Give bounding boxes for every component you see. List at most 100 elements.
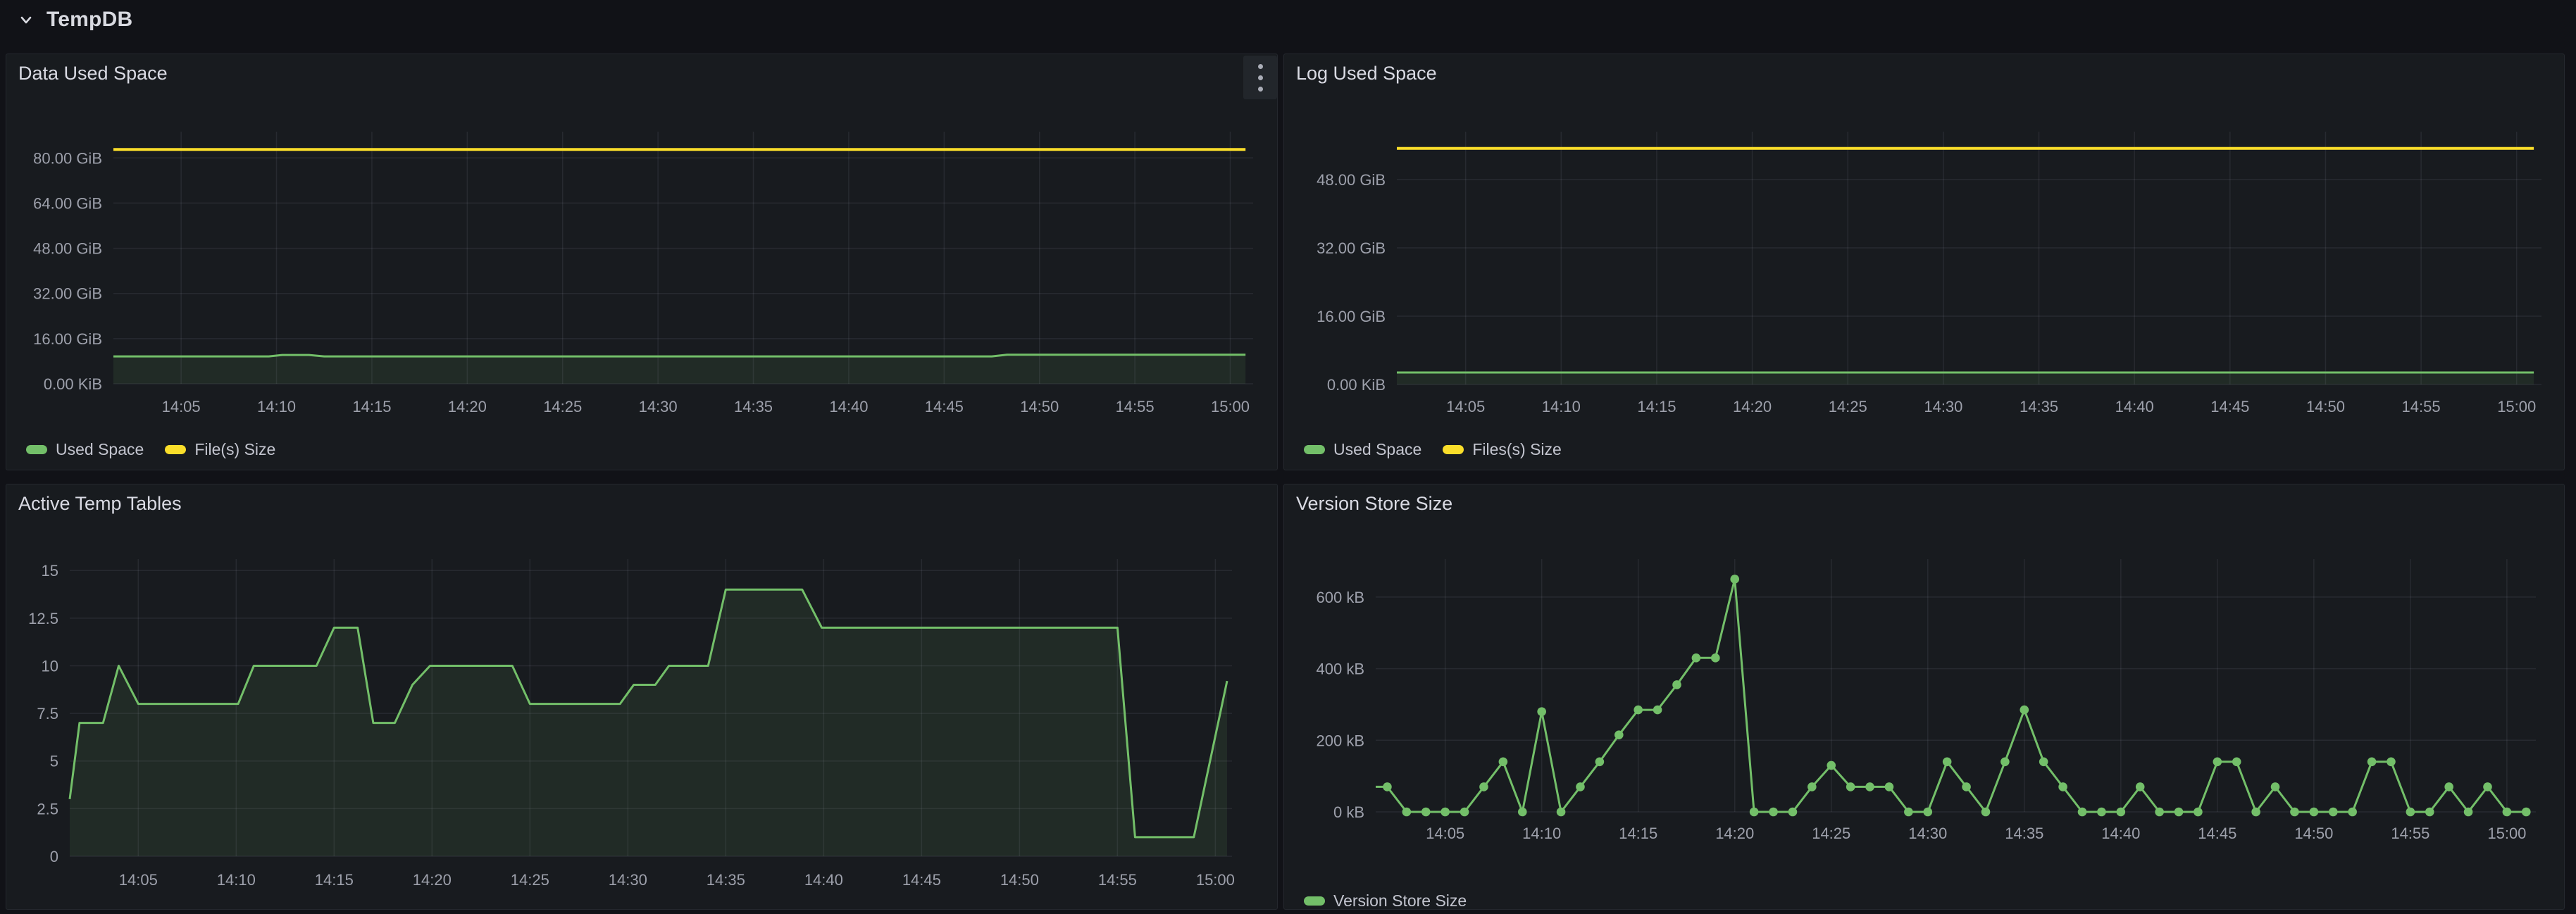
svg-text:10: 10 xyxy=(42,657,58,675)
legend-color-pill xyxy=(1304,896,1325,906)
timeseries-chart[interactable]: 0 2.5 5 7.5 10 12.5 15 14:05 14:10 14:15 14:20 14:2… xyxy=(6,484,1278,910)
panel-active-temp-tables: Active Temp Tables 0 2.5 5 7.5 10 12.5 15 14:05… xyxy=(6,484,1278,910)
legend-label: Used Space xyxy=(56,440,144,459)
svg-text:200 kB: 200 kB xyxy=(1317,732,1365,749)
svg-text:64.00 GiB: 64.00 GiB xyxy=(33,194,102,212)
legend-item-used-space[interactable]: Used Space xyxy=(26,440,144,459)
svg-text:32.00 GiB: 32.00 GiB xyxy=(33,285,102,303)
svg-text:14:30: 14:30 xyxy=(609,871,647,889)
svg-text:14:30: 14:30 xyxy=(1908,825,1947,842)
legend: Version Store Size xyxy=(1304,891,1467,910)
svg-text:80.00 GiB: 80.00 GiB xyxy=(33,149,102,167)
svg-text:14:50: 14:50 xyxy=(1000,871,1039,889)
legend: Used Space Files(s) Size xyxy=(1304,440,1562,458)
svg-text:15: 15 xyxy=(42,562,58,580)
svg-text:14:45: 14:45 xyxy=(2198,825,2236,842)
svg-text:32.00 GiB: 32.00 GiB xyxy=(1317,239,1386,257)
svg-text:14:20: 14:20 xyxy=(413,871,452,889)
svg-text:14:25: 14:25 xyxy=(1829,398,1867,415)
svg-text:14:55: 14:55 xyxy=(1116,398,1155,415)
timeseries-chart[interactable]: 0.00 KiB 16.00 GiB 32.00 GiB 48.00 GiB 14:05… xyxy=(1284,54,2565,471)
svg-text:14:15: 14:15 xyxy=(1619,825,1657,842)
svg-text:15:00: 15:00 xyxy=(1211,398,1250,415)
svg-text:14:40: 14:40 xyxy=(2101,825,2140,842)
svg-text:2.5: 2.5 xyxy=(37,800,58,818)
svg-text:400 kB: 400 kB xyxy=(1317,661,1365,678)
legend-item-version-store-size[interactable]: Version Store Size xyxy=(1304,891,1467,910)
svg-text:14:25: 14:25 xyxy=(511,871,549,889)
svg-text:14:05: 14:05 xyxy=(1446,398,1485,415)
legend-color-pill xyxy=(1443,445,1464,454)
svg-text:14:50: 14:50 xyxy=(2306,398,2345,415)
svg-text:14:05: 14:05 xyxy=(1426,825,1464,842)
svg-text:14:45: 14:45 xyxy=(925,398,964,415)
svg-text:14:10: 14:10 xyxy=(1522,825,1561,842)
legend-item-files-size[interactable]: Files(s) Size xyxy=(1443,440,1562,459)
svg-text:14:55: 14:55 xyxy=(2402,398,2441,415)
svg-text:14:35: 14:35 xyxy=(707,871,745,889)
section-row-tempdb[interactable]: TempDB xyxy=(17,6,132,34)
svg-text:5: 5 xyxy=(50,753,58,770)
legend-item-files-size[interactable]: File(s) Size xyxy=(165,440,275,459)
timeseries-chart[interactable]: 0 kB 200 kB 400 kB 600 kB 14:05 14:10 14:15 14:… xyxy=(1284,484,2565,910)
svg-text:14:15: 14:15 xyxy=(1637,398,1676,415)
svg-text:0.00 KiB: 0.00 KiB xyxy=(1327,376,1386,394)
svg-text:12.5: 12.5 xyxy=(28,610,58,627)
svg-text:0.00 KiB: 0.00 KiB xyxy=(44,375,102,393)
svg-text:14:15: 14:15 xyxy=(352,398,391,415)
svg-text:14:45: 14:45 xyxy=(902,871,941,889)
svg-text:14:05: 14:05 xyxy=(119,871,158,889)
panel-version-store-size: Version Store Size 0 kB 200 kB 400 kB 600 k… xyxy=(1283,484,2565,910)
svg-text:16.00 GiB: 16.00 GiB xyxy=(1317,308,1386,325)
legend-item-used-space[interactable]: Used Space xyxy=(1304,440,1421,459)
svg-text:14:40: 14:40 xyxy=(829,398,868,415)
svg-text:14:50: 14:50 xyxy=(2294,825,2333,842)
svg-text:14:35: 14:35 xyxy=(2005,825,2043,842)
panel-log-used-space: Log Used Space 0.00 KiB 16.00 GiB 32.00 Gi… xyxy=(1283,54,2565,470)
svg-text:14:20: 14:20 xyxy=(448,398,487,415)
svg-text:14:50: 14:50 xyxy=(1020,398,1059,415)
svg-text:14:20: 14:20 xyxy=(1715,825,1754,842)
svg-text:0: 0 xyxy=(50,848,58,865)
svg-text:14:40: 14:40 xyxy=(2115,398,2154,415)
svg-text:0 kB: 0 kB xyxy=(1333,803,1364,821)
panel-title[interactable]: Active Temp Tables xyxy=(18,493,182,515)
legend-label: Used Space xyxy=(1333,440,1421,459)
svg-text:15:00: 15:00 xyxy=(2497,398,2536,415)
legend-color-pill xyxy=(165,445,186,454)
panel-menu-kebab-icon[interactable] xyxy=(1243,56,1277,99)
svg-text:15:00: 15:00 xyxy=(1196,871,1235,889)
svg-text:14:30: 14:30 xyxy=(1924,398,1962,415)
timeseries-chart[interactable]: 0.00 KiB 16.00 GiB 32.00 GiB 48.00 GiB 64.00… xyxy=(6,54,1278,471)
svg-text:16.00 GiB: 16.00 GiB xyxy=(33,330,102,348)
panel-title[interactable]: Version Store Size xyxy=(1296,493,1452,515)
svg-text:14:15: 14:15 xyxy=(315,871,354,889)
chevron-down-icon xyxy=(17,11,35,29)
section-title: TempDB xyxy=(46,8,132,32)
svg-text:600 kB: 600 kB xyxy=(1317,589,1365,606)
legend-color-pill xyxy=(26,445,47,454)
svg-text:14:25: 14:25 xyxy=(1812,825,1850,842)
svg-text:48.00 GiB: 48.00 GiB xyxy=(33,240,102,258)
svg-text:14:10: 14:10 xyxy=(217,871,256,889)
svg-text:14:35: 14:35 xyxy=(734,398,773,415)
legend: Used Space File(s) Size xyxy=(26,440,275,458)
legend-label: File(s) Size xyxy=(194,440,275,459)
legend-color-pill xyxy=(1304,445,1325,454)
svg-text:14:20: 14:20 xyxy=(1733,398,1772,415)
svg-text:14:30: 14:30 xyxy=(639,398,678,415)
svg-text:15:00: 15:00 xyxy=(2487,825,2526,842)
panel-data-used-space: Data Used Space 0.00 KiB 16.00 GiB 32.00 G… xyxy=(6,54,1278,470)
svg-text:14:10: 14:10 xyxy=(257,398,296,415)
svg-text:14:25: 14:25 xyxy=(543,398,582,415)
panel-title[interactable]: Log Used Space xyxy=(1296,63,1437,84)
svg-text:14:40: 14:40 xyxy=(804,871,843,889)
svg-text:7.5: 7.5 xyxy=(37,705,58,722)
legend-label: Files(s) Size xyxy=(1472,440,1562,459)
svg-text:14:55: 14:55 xyxy=(1098,871,1137,889)
panel-title[interactable]: Data Used Space xyxy=(18,63,168,84)
svg-text:14:05: 14:05 xyxy=(162,398,201,415)
svg-text:48.00 GiB: 48.00 GiB xyxy=(1317,171,1386,189)
svg-text:14:35: 14:35 xyxy=(2020,398,2058,415)
svg-text:14:45: 14:45 xyxy=(2210,398,2249,415)
